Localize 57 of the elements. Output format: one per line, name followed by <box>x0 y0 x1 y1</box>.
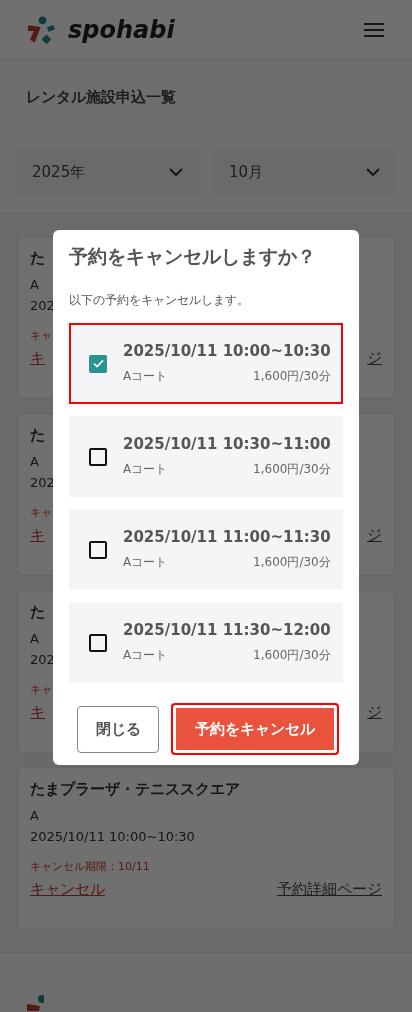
dialog-title: 予約をキャンセルしますか？ <box>69 244 317 269</box>
court-name: A <box>30 276 39 294</box>
option-price: 1,600円/30分 <box>253 647 331 664</box>
checkmark-icon <box>92 359 104 368</box>
chevron-icon <box>169 168 183 176</box>
option-court: Aコート <box>123 461 168 478</box>
menu-icon[interactable] <box>364 21 384 38</box>
reservation-option[interactable]: 2025/10/11 10:30~11:00 Aコート 1,600円/30分 <box>69 416 343 497</box>
option-time: 2025/10/11 10:30~11:00 <box>123 435 331 453</box>
option-price: 1,600円/30分 <box>253 368 331 385</box>
checkbox[interactable] <box>89 447 107 466</box>
option-time: 2025/10/11 11:00~11:30 <box>123 528 331 546</box>
checkbox[interactable] <box>89 354 107 373</box>
option-court: Aコート <box>123 368 168 385</box>
confirm-cancel-button[interactable]: 予約をキャンセル <box>171 703 339 755</box>
cancel-deadline: キャ <box>30 328 52 343</box>
court-name: A <box>30 630 39 648</box>
facility-name: た <box>30 603 45 622</box>
option-time: 2025/10/11 10:00~10:30 <box>123 342 331 360</box>
reservation-option[interactable]: 2025/10/11 11:00~11:30 Aコート 1,600円/30分 <box>69 509 343 590</box>
cancel-deadline: キャ <box>30 682 52 697</box>
detail-link[interactable]: ジ <box>367 703 382 722</box>
facility-name: た <box>30 426 45 445</box>
reservation-option[interactable]: 2025/10/11 11:30~12:00 Aコート 1,600円/30分 <box>69 602 343 683</box>
chevron-icon <box>366 168 380 176</box>
option-court: Aコート <box>123 647 168 664</box>
detail-link[interactable]: ジ <box>367 526 382 545</box>
checkbox[interactable] <box>89 633 107 652</box>
page-title: レンタル施設申込一覧 <box>25 87 177 108</box>
checkbox[interactable] <box>89 540 107 559</box>
option-court: Aコート <box>123 554 168 571</box>
cancel-link[interactable]: キ <box>30 703 45 722</box>
reservation-time: 202 <box>30 651 55 669</box>
reservation-time: 202 <box>30 474 55 492</box>
cancel-link[interactable]: キ <box>30 526 45 545</box>
option-price: 1,600円/30分 <box>253 554 331 571</box>
court-name: A <box>30 453 39 471</box>
cancel-link[interactable]: キャンセル <box>30 880 105 899</box>
close-button[interactable]: 閉じる <box>77 705 159 753</box>
logo-icon <box>27 995 44 1011</box>
detail-link[interactable]: ジ <box>367 349 382 368</box>
logo-text[interactable]: spohabi <box>68 15 175 44</box>
select-field[interactable]: 10月 <box>213 148 396 196</box>
cancel-deadline: キャ <box>30 505 52 520</box>
option-time: 2025/10/11 11:30~12:00 <box>123 621 331 639</box>
reservation-time: 202 <box>30 297 55 315</box>
cancel-link[interactable]: キ <box>30 349 45 368</box>
facility-name: た <box>30 249 45 268</box>
facility-name: たまプラーザ・テニススクエア <box>30 780 240 799</box>
dialog-message: 以下の予約をキャンセルします。 <box>69 292 250 309</box>
court-name: A <box>30 807 39 825</box>
select-field[interactable]: 2025年 <box>16 148 199 196</box>
cancel-deadline: キャンセル期限：10/11 <box>30 859 150 874</box>
detail-link[interactable]: 予約詳細ページ <box>277 880 382 899</box>
option-price: 1,600円/30分 <box>253 461 331 478</box>
reservation-option[interactable]: 2025/10/11 10:00~10:30 Aコート 1,600円/30分 <box>69 323 343 404</box>
reservation-time: 2025/10/11 10:00~10:30 <box>30 828 195 846</box>
